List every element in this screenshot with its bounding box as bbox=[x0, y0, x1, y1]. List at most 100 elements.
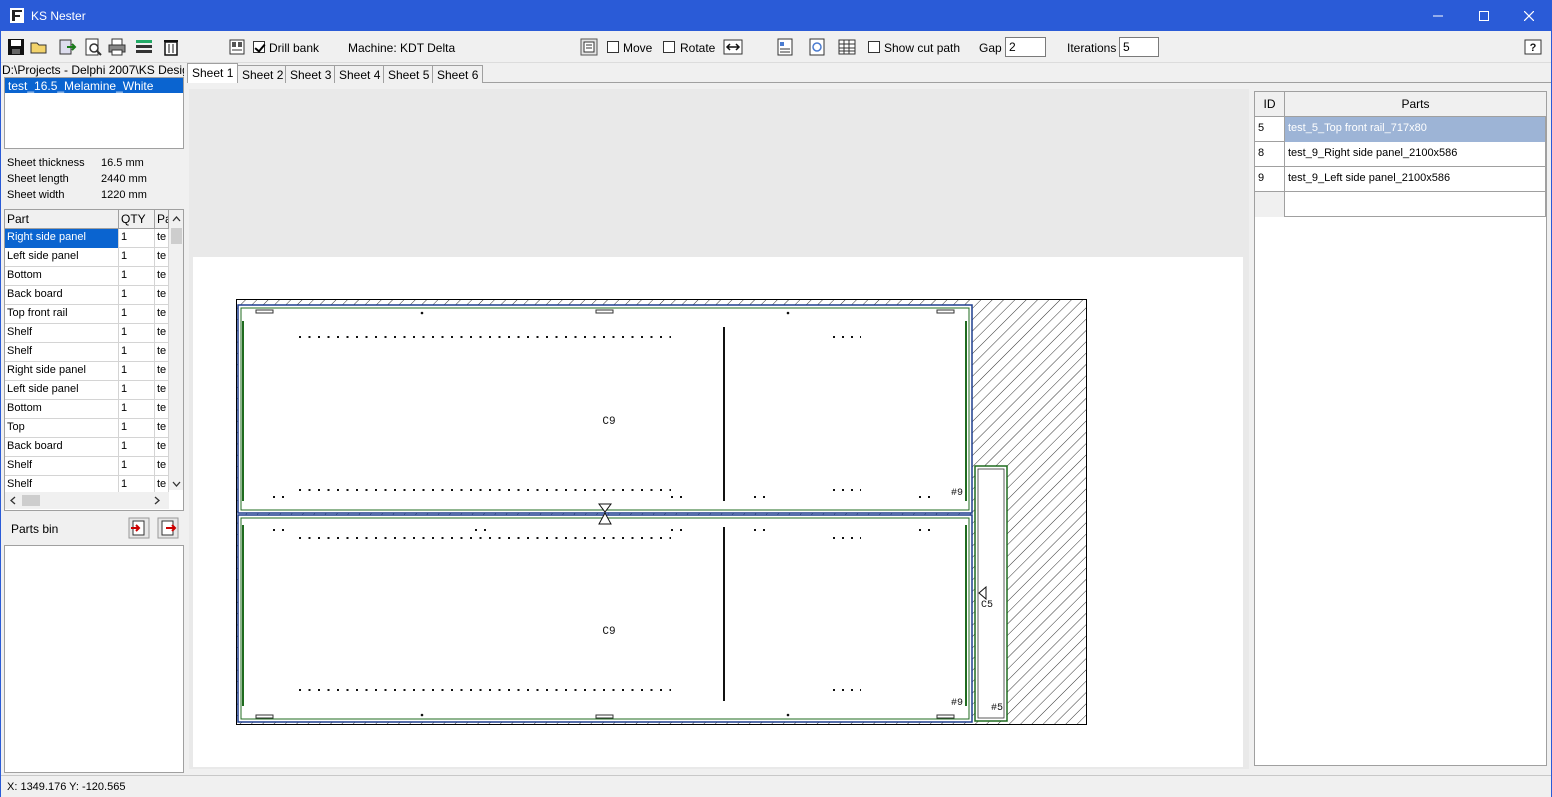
column-header-pa[interactable]: Pa bbox=[155, 210, 169, 229]
row-pa: te bbox=[155, 286, 169, 305]
row-qty: 1 bbox=[119, 248, 155, 267]
table-row[interactable]: Left side panel 1 te bbox=[5, 381, 169, 400]
sheet-width-label: Sheet width bbox=[7, 189, 65, 201]
row-qty: 1 bbox=[119, 362, 155, 381]
vertical-scrollbar[interactable] bbox=[169, 210, 183, 490]
move-to-bin-icon[interactable] bbox=[128, 517, 150, 539]
parts-bin-list[interactable] bbox=[4, 545, 184, 773]
fit-width-icon[interactable] bbox=[723, 37, 743, 57]
tab-sheet-4[interactable]: Sheet 4 bbox=[334, 65, 386, 83]
gap-label: Gap bbox=[979, 41, 1002, 55]
tab-sheet-1[interactable]: Sheet 1 bbox=[187, 63, 239, 83]
export-icon[interactable] bbox=[57, 37, 77, 57]
row-qty: 1 bbox=[119, 381, 155, 400]
column-header-parts[interactable]: Parts bbox=[1285, 92, 1547, 117]
placed-parts-grid[interactable]: ID Parts 5 test_5_Top front rail_717x80 … bbox=[1254, 91, 1547, 766]
table-row[interactable]: 5 test_5_Top front rail_717x80 bbox=[1255, 117, 1546, 142]
row-part: test_5_Top front rail_717x80 bbox=[1285, 117, 1546, 142]
project-path: D:\Projects - Delphi 2007\KS Designer bbox=[2, 63, 184, 77]
gap-input[interactable] bbox=[1005, 37, 1046, 57]
table-row[interactable]: Back board 1 te bbox=[5, 438, 169, 457]
table-row[interactable]: Top front rail 1 te bbox=[5, 305, 169, 324]
nest-sheet-icon[interactable] bbox=[579, 37, 599, 57]
grid-view-icon[interactable] bbox=[837, 37, 857, 57]
table-row[interactable] bbox=[1255, 192, 1546, 217]
table-row[interactable]: Shelf 1 te bbox=[5, 324, 169, 343]
layout-icon[interactable] bbox=[227, 37, 247, 57]
row-name: Shelf bbox=[5, 324, 119, 343]
machine-label: Machine: KDT Delta bbox=[348, 41, 456, 55]
minimize-button[interactable] bbox=[1415, 1, 1461, 31]
cursor-coordinates: X: 1349.176 Y: -120.565 bbox=[7, 781, 126, 793]
table-row[interactable]: Right side panel 1 te bbox=[5, 362, 169, 381]
row-name: Back board bbox=[5, 286, 119, 305]
tab-sheet-2[interactable]: Sheet 2 bbox=[237, 65, 289, 83]
move-from-bin-icon[interactable] bbox=[157, 517, 179, 539]
svg-text:?: ? bbox=[1530, 42, 1537, 54]
list-settings-icon[interactable] bbox=[134, 37, 154, 57]
row-pa: te bbox=[155, 324, 169, 343]
row-pa: te bbox=[155, 343, 169, 362]
drill-bank-checkbox[interactable] bbox=[253, 41, 265, 53]
tab-sheet-5[interactable]: Sheet 5 bbox=[383, 65, 435, 83]
print-preview-icon[interactable] bbox=[83, 37, 103, 57]
parts-bin-toolbar: Parts bin bbox=[4, 513, 184, 543]
row-pa: te bbox=[155, 457, 169, 476]
sheet-thickness-label: Sheet thickness bbox=[7, 157, 85, 169]
table-row[interactable]: 9 test_9_Left side panel_2100x586 bbox=[1255, 167, 1546, 192]
row-name: Right side panel bbox=[5, 362, 119, 381]
file-list[interactable]: test_16.5_Melamine_White bbox=[4, 77, 184, 149]
report-icon[interactable] bbox=[775, 37, 795, 57]
table-row[interactable]: 8 test_9_Right side panel_2100x586 bbox=[1255, 142, 1546, 167]
file-list-item[interactable]: test_16.5_Melamine_White bbox=[5, 78, 183, 93]
rotate-checkbox[interactable] bbox=[663, 41, 675, 53]
column-header-id[interactable]: ID bbox=[1255, 92, 1285, 117]
close-button[interactable] bbox=[1506, 1, 1552, 31]
table-row[interactable]: Back board 1 te bbox=[5, 286, 169, 305]
close-icon bbox=[1524, 11, 1534, 21]
table-row[interactable]: Bottom 1 te bbox=[5, 267, 169, 286]
column-header-part[interactable]: Part bbox=[5, 210, 119, 229]
row-pa: te bbox=[155, 381, 169, 400]
table-row[interactable]: Top 1 te bbox=[5, 419, 169, 438]
sheet-length-label: Sheet length bbox=[7, 173, 69, 185]
help-icon[interactable]: ? bbox=[1523, 37, 1543, 57]
row-name: Shelf bbox=[5, 343, 119, 362]
window-title: KS Nester bbox=[31, 9, 86, 23]
column-header-qty[interactable]: QTY bbox=[119, 210, 155, 229]
maximize-button[interactable] bbox=[1461, 1, 1507, 31]
show-cut-path-checkbox[interactable] bbox=[868, 41, 880, 53]
row-id: 9 bbox=[1255, 167, 1285, 192]
delete-icon[interactable] bbox=[161, 37, 181, 57]
table-row[interactable]: Right side panel 1 te bbox=[5, 229, 169, 248]
iterations-input[interactable] bbox=[1119, 37, 1159, 57]
row-name: Back board bbox=[5, 438, 119, 457]
scroll-arrows-icon bbox=[10, 495, 160, 506]
iterations-label: Iterations bbox=[1067, 41, 1117, 55]
rail-tag: #5 bbox=[991, 703, 1003, 714]
row-pa: te bbox=[155, 229, 169, 248]
drill-bank-label: Drill bank bbox=[269, 41, 320, 55]
row-pa: te bbox=[155, 248, 169, 267]
row-qty: 1 bbox=[119, 324, 155, 343]
tab-sheet-6[interactable]: Sheet 6 bbox=[432, 65, 484, 83]
row-qty: 1 bbox=[119, 438, 155, 457]
toolbar: Drill bank Machine: KDT Delta Move Rotat… bbox=[1, 31, 1551, 63]
tab-sheet-3[interactable]: Sheet 3 bbox=[285, 65, 337, 83]
save-icon[interactable] bbox=[6, 37, 26, 57]
panel-bottom[interactable] bbox=[237, 514, 973, 723]
print-icon[interactable] bbox=[107, 37, 127, 57]
parts-grid[interactable]: Part QTY Pa Right side panel1teLeft side… bbox=[4, 209, 184, 511]
row-name: Top front rail bbox=[5, 305, 119, 324]
sheet-drawing[interactable]: C9 #9 C9 #9 C5 #5 bbox=[189, 89, 1249, 769]
table-row[interactable]: Bottom 1 te bbox=[5, 400, 169, 419]
sheet-properties: Sheet thickness 16.5 mm Sheet length 244… bbox=[4, 153, 184, 205]
table-row[interactable]: Shelf 1 te bbox=[5, 343, 169, 362]
table-row[interactable]: Shelf 1 te bbox=[5, 457, 169, 476]
table-row[interactable]: Left side panel 1 te bbox=[5, 248, 169, 267]
open-folder-icon[interactable] bbox=[29, 37, 49, 57]
horizontal-scrollbar[interactable] bbox=[5, 492, 169, 509]
report-refresh-icon[interactable] bbox=[807, 37, 827, 57]
panel-top[interactable] bbox=[237, 304, 973, 514]
move-checkbox[interactable] bbox=[607, 41, 619, 53]
